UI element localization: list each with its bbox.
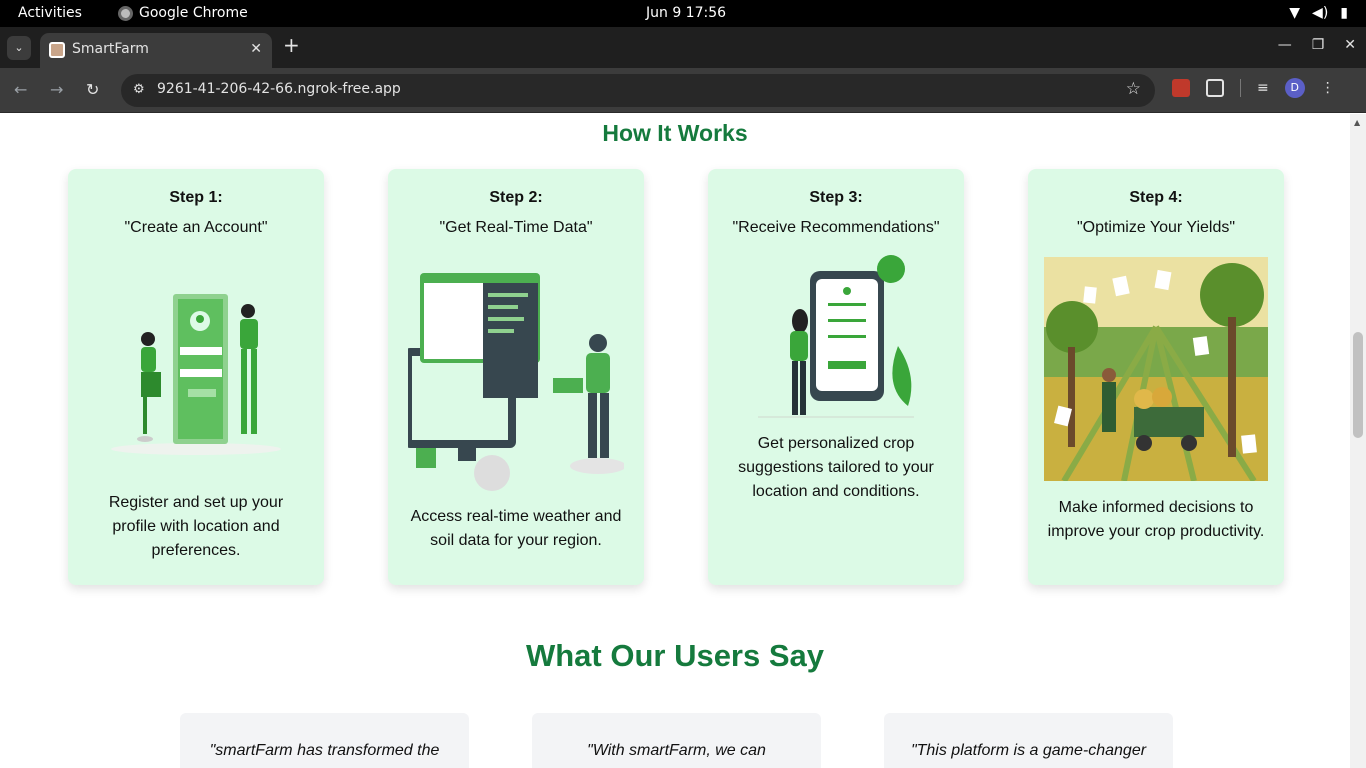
menu-kebab-icon[interactable]: ⋮ — [1321, 80, 1335, 96]
recommendations-illustration — [758, 255, 914, 418]
wifi-icon: ▼ — [1289, 5, 1301, 21]
chrome-icon — [118, 5, 133, 21]
activities-button[interactable]: Activities — [18, 5, 82, 21]
toolbar-divider — [1240, 79, 1241, 97]
profile-avatar[interactable]: D — [1284, 78, 1305, 98]
step-card-2: Step 2: "Get Real-Time Data" Access real… — [388, 169, 644, 585]
testimonial-quote: "With smartFarm, we can — [587, 742, 766, 759]
scrollbar-thumb[interactable] — [1353, 332, 1363, 438]
page-viewport: How It Works Step 1: "Create an Account"… — [0, 114, 1350, 768]
how-it-works-heading: How It Works — [602, 120, 748, 146]
app-name: Google Chrome — [139, 5, 248, 21]
new-tab-button[interactable]: + — [283, 35, 300, 55]
step-description: Access real-time weather and soil data f… — [410, 508, 622, 549]
bookmark-star-icon[interactable]: ☆ — [1126, 79, 1141, 99]
step-card-3: Step 3: "Receive Recommendations" Get pe… — [708, 169, 964, 585]
step-subtitle: "Optimize Your Yields" — [1076, 219, 1236, 236]
real-time-data-illustration — [408, 273, 624, 491]
toolbar-actions: ≡ D ⋮ — [1172, 78, 1335, 98]
extensions-puzzle-icon[interactable] — [1206, 79, 1224, 97]
close-tab-icon[interactable]: ✕ — [250, 41, 262, 57]
users-say-heading: What Our Users Say — [525, 638, 825, 673]
favicon-icon — [49, 42, 65, 58]
maximize-icon[interactable]: ❐ — [1312, 37, 1325, 53]
farm-field-illustration — [1044, 257, 1268, 481]
address-bar[interactable]: ⚙ 9261-41-206-42-66.ngrok-free.app ☆ — [121, 74, 1155, 107]
step-subtitle: "Receive Recommendations" — [732, 219, 940, 236]
step-description: Make informed decisions to improve your … — [1047, 499, 1265, 540]
step-label: Step 1: — [169, 189, 223, 206]
step-description: Get personalized crop suggestions tailor… — [738, 435, 934, 500]
app-menu[interactable]: Google Chrome — [118, 5, 248, 21]
step-card-1: Step 1: "Create an Account" Register and… — [68, 169, 324, 585]
tab-strip: ⌄ SmartFarm ✕ + — ❐ ✕ — [0, 27, 1366, 68]
create-account-illustration — [111, 294, 281, 455]
step-label: Step 3: — [809, 189, 863, 206]
testimonial-card: "With smartFarm, we can — [532, 713, 821, 768]
testimonial-quote: "This platform is a game-changer — [910, 742, 1147, 759]
volume-icon: ◀) — [1312, 5, 1329, 21]
media-control-icon[interactable]: ≡ — [1257, 80, 1269, 96]
site-settings-icon[interactable]: ⚙ — [133, 82, 145, 97]
testimonial-card: "This platform is a game-changer — [884, 713, 1173, 768]
minimize-icon[interactable]: — — [1278, 37, 1292, 53]
extension-icon[interactable] — [1172, 79, 1190, 97]
clock[interactable]: Jun 9 17:56 — [646, 5, 726, 21]
step-label: Step 2: — [489, 189, 543, 206]
step-subtitle: "Create an Account" — [124, 219, 268, 236]
step-label: Step 4: — [1129, 189, 1183, 206]
tab-smartfarm[interactable]: SmartFarm ✕ — [40, 33, 272, 68]
reload-icon[interactable]: ↻ — [86, 80, 99, 99]
page-scrollbar[interactable]: ▲ — [1350, 114, 1366, 768]
window-controls: — ❐ ✕ — [1278, 37, 1356, 53]
system-top-bar: Activities Google Chrome Jun 9 17:56 ▼ ◀… — [0, 0, 1366, 27]
tab-title: SmartFarm — [72, 41, 149, 57]
tab-search-button[interactable]: ⌄ — [7, 36, 31, 60]
battery-icon: ▮ — [1340, 5, 1348, 21]
testimonial-card: "smartFarm has transformed the — [180, 713, 469, 768]
step-card-4: Step 4: "Optimize Your Yields" Make info… — [1028, 169, 1284, 585]
testimonial-quote: "smartFarm has transformed the — [209, 742, 440, 759]
step-description: Register and set up your profile with lo… — [108, 494, 284, 559]
close-window-icon[interactable]: ✕ — [1344, 37, 1356, 53]
back-icon[interactable]: ← — [14, 80, 27, 99]
system-tray[interactable]: ▼ ◀) ▮ — [1289, 5, 1348, 21]
step-subtitle: "Get Real-Time Data" — [439, 219, 593, 236]
scroll-up-icon[interactable]: ▲ — [1354, 118, 1360, 127]
forward-icon[interactable]: → — [50, 80, 63, 99]
url-text[interactable]: 9261-41-206-42-66.ngrok-free.app — [157, 81, 401, 97]
browser-toolbar: ← → ↻ ⚙ 9261-41-206-42-66.ngrok-free.app… — [0, 68, 1366, 113]
